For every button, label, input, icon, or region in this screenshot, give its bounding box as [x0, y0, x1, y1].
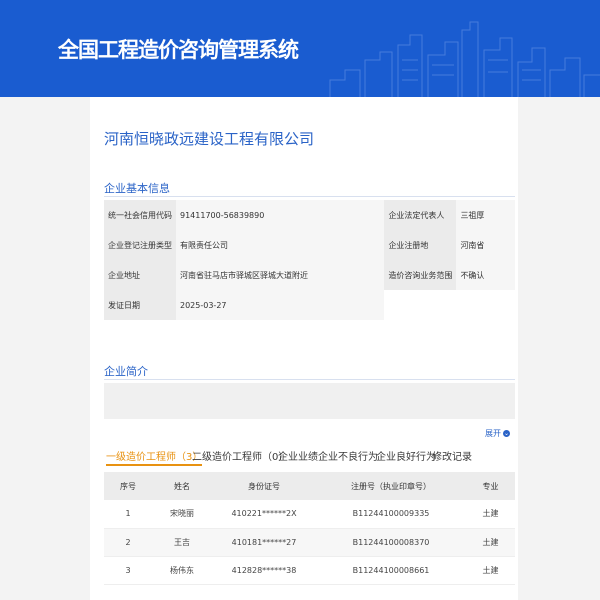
table-row: 2 王吉 410181******27 B11244100008370 土建: [104, 528, 515, 557]
chevron-down-icon: ⌄: [503, 430, 510, 437]
info-label: 统一社会信用代码: [104, 200, 176, 230]
tab-change-log[interactable]: 修改记录: [432, 448, 472, 463]
app-title: 全国工程造价咨询管理系统: [58, 38, 299, 62]
table-cell: 土建: [466, 500, 515, 529]
info-label: 企业法定代表人: [384, 200, 457, 230]
section-divider: [104, 196, 515, 197]
tab-first-class-engineers[interactable]: 一级造价工程师（3）: [106, 448, 203, 466]
engineers-table: 序号 姓名 身份证号 注册号（执业印章号） 专业 1 宋晓丽 410221******2X B…: [104, 472, 515, 585]
tab-company-performance[interactable]: 企业业绩: [278, 448, 318, 463]
info-value: 2025-03-27: [176, 290, 385, 320]
info-label: 企业注册地: [384, 230, 457, 260]
table-cell: 土建: [466, 528, 515, 557]
column-header: 身份证号: [212, 472, 316, 500]
expand-button[interactable]: 展开 ⌄: [485, 428, 510, 439]
info-label: 企业登记注册类型: [104, 230, 176, 260]
section-divider: [104, 379, 515, 380]
table-cell: 412828******38: [212, 556, 316, 585]
column-header: 注册号（执业印章号）: [316, 472, 466, 500]
table-cell: 2: [104, 528, 152, 557]
info-row: 企业登记注册类型 有限责任公司 企业注册地 河南省: [104, 230, 515, 260]
table-cell: 3: [104, 556, 152, 585]
table-cell: B11244100009335: [316, 500, 466, 529]
tab-bar: 一级造价工程师（3） 二级造价工程师（0） 企业业绩 企业不良行为 企业良好行为…: [106, 448, 496, 466]
tab-good-conduct[interactable]: 企业良好行为: [376, 448, 436, 463]
info-label: 发证日期: [104, 290, 176, 320]
company-detail-card: 河南恒晓政远建设工程有限公司 企业基本信息 统一社会信用代码 91411700-5…: [90, 97, 518, 600]
app-header: 全国工程造价咨询管理系统: [0, 0, 600, 97]
table-cell: B11244100008661: [316, 556, 466, 585]
info-value: 91411700-56839890: [176, 200, 385, 230]
info-value: 有限责任公司: [176, 230, 385, 260]
table-cell: B11244100008370: [316, 528, 466, 557]
company-name: 河南恒晓政远建设工程有限公司: [104, 130, 315, 148]
table-cell: 王吉: [152, 528, 212, 557]
info-label: 企业地址: [104, 260, 176, 290]
info-row: 统一社会信用代码 91411700-56839890 企业法定代表人 三祖厚: [104, 200, 515, 230]
intro-title: 企业简介: [104, 365, 148, 378]
info-value: 三祖厚: [456, 200, 515, 230]
table-cell: 杨伟东: [152, 556, 212, 585]
info-row: 企业地址 河南省驻马店市驿城区驿城大道附近 造价咨询业务范围 不确认: [104, 260, 515, 290]
basic-info-title: 企业基本信息: [104, 182, 170, 195]
table-cell: 宋晓丽: [152, 500, 212, 529]
info-value: 河南省: [456, 230, 515, 260]
column-header: 专业: [466, 472, 515, 500]
table-cell: 410181******27: [212, 528, 316, 557]
info-label: 造价咨询业务范围: [384, 260, 457, 290]
company-intro-box: [104, 383, 515, 419]
table-cell: 1: [104, 500, 152, 529]
table-cell: 土建: [466, 556, 515, 585]
basic-info-table: 统一社会信用代码 91411700-56839890 企业法定代表人 三祖厚 企业登记注…: [104, 200, 515, 320]
column-header: 姓名: [152, 472, 212, 500]
table-row: 1 宋晓丽 410221******2X B11244100009335 土建: [104, 500, 515, 529]
table-cell: 410221******2X: [212, 500, 316, 529]
expand-label: 展开: [485, 429, 501, 438]
info-value: 河南省驻马店市驿城区驿城大道附近: [176, 260, 385, 290]
info-value: 不确认: [456, 260, 515, 290]
info-value: [456, 290, 515, 320]
table-row: 3 杨伟东 412828******38 B11244100008661 土建: [104, 556, 515, 585]
tab-bad-conduct[interactable]: 企业不良行为: [318, 448, 378, 463]
column-header: 序号: [104, 472, 152, 500]
info-row: 发证日期 2025-03-27: [104, 290, 515, 320]
tab-second-class-engineers[interactable]: 二级造价工程师（0）: [192, 448, 288, 463]
info-label: [384, 290, 457, 320]
